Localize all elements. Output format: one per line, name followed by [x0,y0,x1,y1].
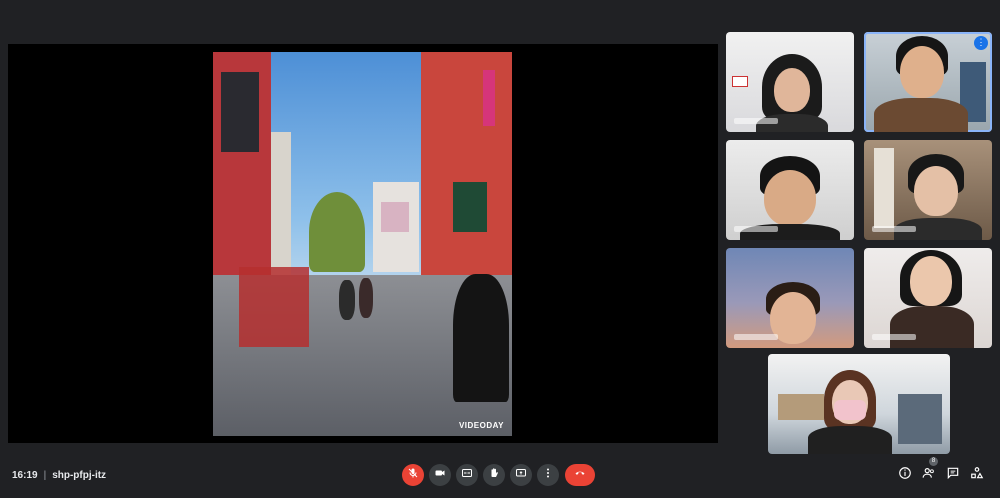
bottom-control-bar: 16:19 | shp-pfpj-itz 8 [0,454,1000,498]
captions-icon [461,466,473,484]
participant-name-bar [734,334,778,340]
face-mask [834,400,866,420]
participant-face [900,46,944,98]
participant-body [874,98,968,132]
leave-call-button[interactable] [565,464,595,486]
background-shelf [874,148,894,228]
activities-icon [970,466,984,485]
vertical-sign-pink [483,70,495,126]
participant-name-bar [872,226,916,232]
activities-button[interactable] [968,466,986,484]
present-icon [515,466,527,484]
people-icon [922,466,936,485]
participant-name-bar [872,334,916,340]
raise-hand-button[interactable] [483,464,505,486]
video-watermark: VIDEODAY [458,421,504,430]
building-right [421,52,512,292]
participant-tile-3[interactable] [726,140,854,240]
pedestrian-front [453,274,509,402]
shared-video: VIDEODAY [213,52,512,436]
participant-tile-5[interactable] [726,248,854,348]
mic-off-icon [407,466,419,484]
captions-button[interactable] [456,464,478,486]
flag-decoration [732,76,748,87]
meeting-time: 16:19 [12,470,38,481]
participant-face [764,170,816,226]
participant-face [910,256,952,306]
meeting-info: 16:19 | shp-pfpj-itz [12,454,106,498]
meeting-details-button[interactable] [896,466,914,484]
participant-name-bar [734,226,778,232]
camera-toggle-button[interactable] [429,464,451,486]
camera-icon [434,466,446,484]
pedestrian-mid-2 [359,278,373,318]
people-button[interactable] [920,466,938,484]
billboard [381,202,409,232]
people-count-badge: 8 [929,457,938,466]
building-left-window [221,72,259,152]
chat-button[interactable] [944,466,962,484]
present-screen-button[interactable] [510,464,532,486]
participant-body [808,426,892,454]
store-sign-green [453,182,487,232]
info-icon [898,466,912,485]
meeting-separator: | [43,470,47,481]
souvenir-stall [239,267,309,347]
participant-tile-4[interactable] [864,140,992,240]
background-boxes [778,394,824,420]
tree [309,192,365,272]
raise-hand-icon [488,466,500,484]
participant-name-bar [734,118,778,124]
participant-tile-2[interactable]: ⋮ [864,32,992,132]
mic-toggle-button[interactable] [402,464,424,486]
end-call-icon [574,466,586,484]
tile-more-options-icon[interactable]: ⋮ [974,36,988,50]
participant-tile-6[interactable] [864,248,992,348]
presentation-stage: VIDEODAY [8,44,718,443]
pedestrian-mid-1 [339,280,355,320]
more-options-button[interactable] [537,464,559,486]
more-icon [542,466,554,484]
chat-icon [946,466,960,485]
participant-tile-1[interactable] [726,32,854,132]
participant-face [774,68,810,112]
participant-tile-7[interactable] [768,354,950,454]
participant-face [914,166,958,216]
meeting-code[interactable]: shp-pfpj-itz [52,470,106,481]
background-cabinet [898,394,942,444]
participant-body [890,306,974,348]
